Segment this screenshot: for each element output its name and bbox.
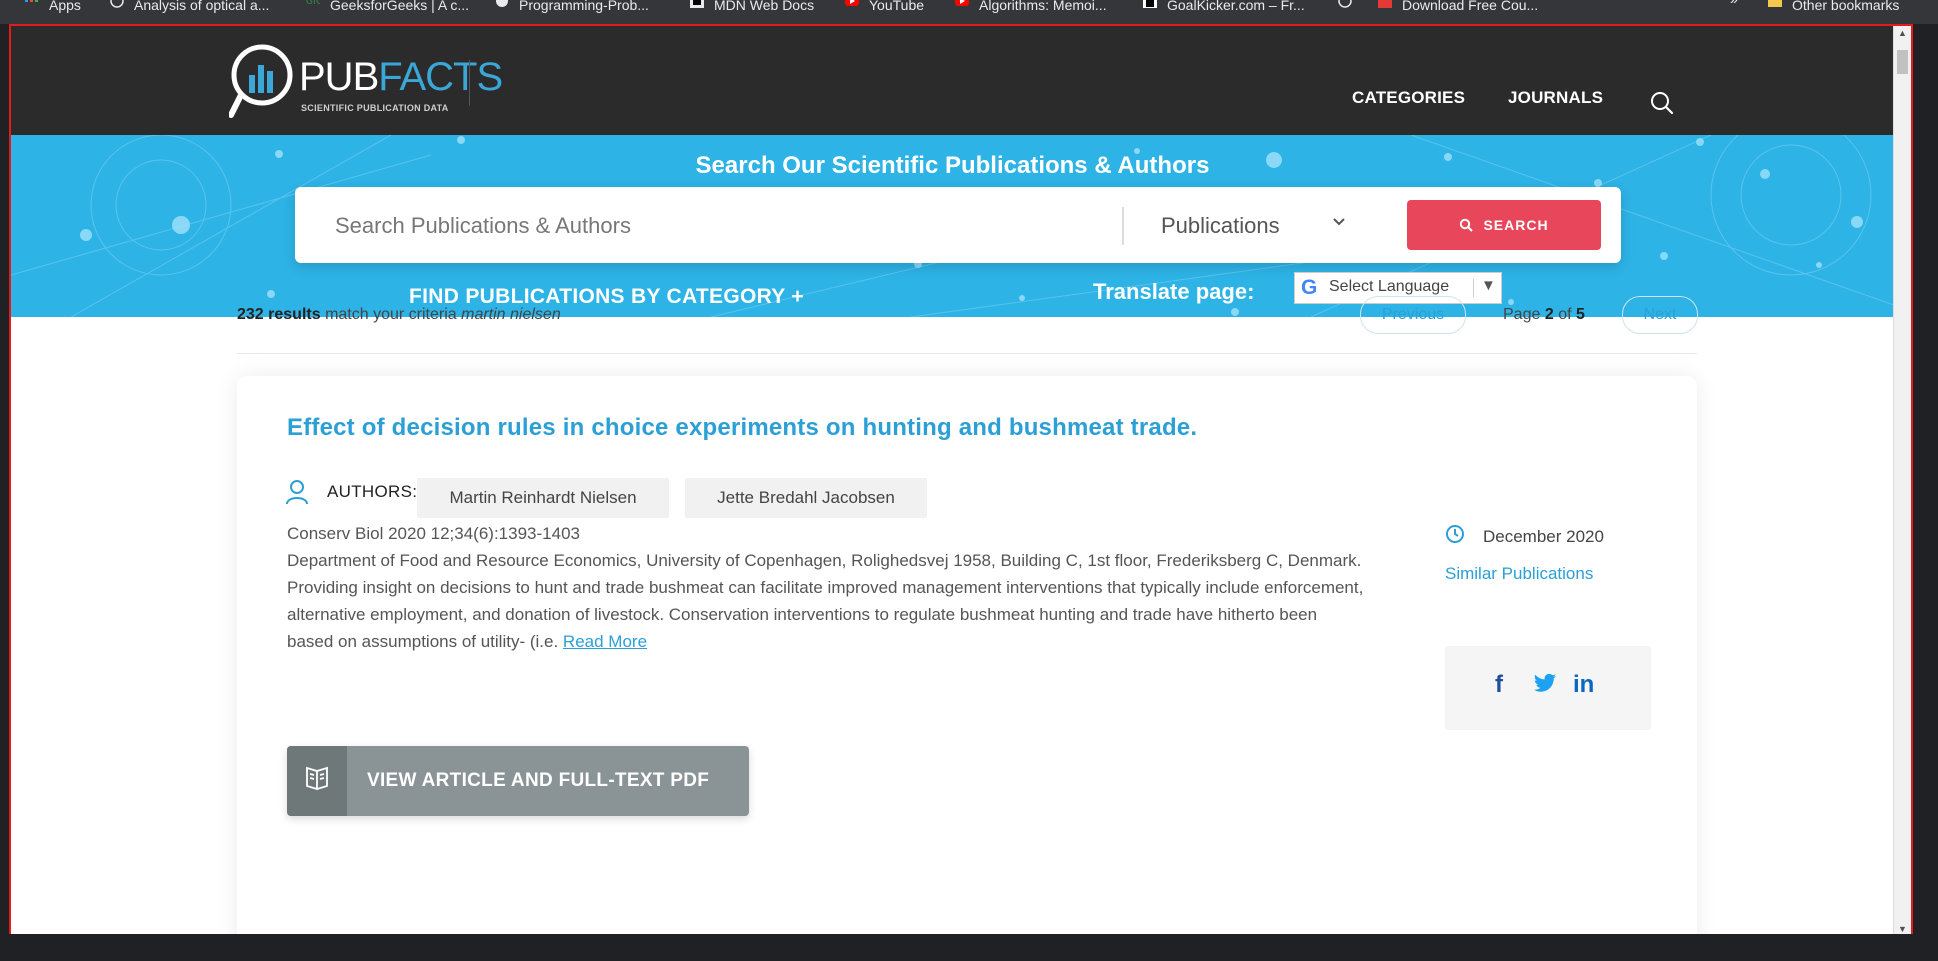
next-page-button[interactable]: Next: [1622, 296, 1698, 334]
authors-label: AUTHORS:: [327, 482, 418, 501]
bookmark-goalkicker[interactable]: GoalKicker.com – Fr...: [1143, 0, 1305, 12]
search-box: Search Publications & Authors Publicatio…: [295, 187, 1621, 263]
bookmark-youtube[interactable]: YouTube: [845, 0, 924, 12]
nav-journals[interactable]: JOURNALS: [1508, 88, 1603, 108]
scroll-up-icon[interactable]: ▲: [1898, 28, 1907, 38]
logo-magnifier-icon: [229, 44, 293, 118]
page-scrollbar[interactable]: ▲ ▼: [1893, 26, 1911, 936]
linkedin-icon[interactable]: in: [1573, 671, 1594, 699]
clock-icon: [1445, 524, 1465, 549]
publication-date: December 2020: [1483, 527, 1604, 546]
globe-icon: [110, 0, 124, 8]
results-summary: 232 results match your criteria martin n…: [237, 306, 561, 323]
article-title[interactable]: Effect of decision rules in choice exper…: [287, 414, 1197, 442]
logo-divider: [469, 60, 470, 106]
article-card: Effect of decision rules in choice exper…: [237, 376, 1697, 936]
folder-icon: [1768, 0, 1782, 8]
nav-categories[interactable]: CATEGORIES: [1352, 88, 1465, 108]
mdn-icon: [690, 0, 704, 8]
bookmark-download-courses[interactable]: Download Free Cou...: [1378, 0, 1538, 12]
user-icon: [285, 479, 309, 510]
twitter-icon[interactable]: [1533, 673, 1557, 695]
view-article-button[interactable]: VIEW ARTICLE AND FULL-TEXT PDF: [287, 746, 749, 816]
page-viewport: PUBFACTS SCIENTIFIC PUBLICATION DATA CAT…: [9, 24, 1913, 938]
header-search-icon[interactable]: [1649, 90, 1675, 121]
bookmark-mdn[interactable]: MDN Web Docs: [690, 0, 814, 12]
fco-icon: [1378, 0, 1392, 8]
youtube-icon: [955, 0, 969, 8]
search-button[interactable]: SEARCH: [1407, 200, 1601, 250]
search-hero: Search Our Scientific Publications & Aut…: [11, 135, 1894, 317]
bookmark-other[interactable]: Other bookmarks: [1768, 0, 1899, 12]
page-indicator: Page 2 of 5: [1503, 306, 1585, 323]
author-chip[interactable]: Jette Bredahl Jacobsen: [685, 478, 927, 518]
similar-publications-link[interactable]: Similar Publications: [1445, 564, 1593, 584]
article-abstract: Providing insight on decisions to hunt a…: [287, 578, 1364, 651]
globe-icon: [1338, 0, 1352, 8]
site-header: PUBFACTS SCIENTIFIC PUBLICATION DATA CAT…: [11, 26, 1894, 135]
google-icon: G: [1301, 276, 1318, 299]
hero-title: Search Our Scientific Publications & Aut…: [695, 152, 1210, 179]
article-affiliation: Department of Food and Resource Economic…: [287, 551, 1362, 570]
bookmark-analysis[interactable]: Analysis of optical a...: [110, 0, 269, 12]
bookmark-algorithms[interactable]: Algorithms: Memoi...: [955, 0, 1107, 12]
geeksforgeeks-icon: GfG: [306, 0, 323, 8]
logo-wordmark: PUBFACTS: [299, 55, 503, 99]
search-divider: [1122, 207, 1124, 245]
window-bottom-edge: [0, 934, 1938, 961]
search-icon: [1460, 218, 1474, 232]
article-body: Conserv Biol 2020 12;34(6):1393-1403 Dep…: [287, 520, 1367, 655]
search-type-select[interactable]: Publications: [1161, 213, 1280, 239]
scroll-down-icon[interactable]: ▼: [1898, 924, 1907, 934]
apps-grid-icon: [25, 0, 39, 8]
chevron-down-icon[interactable]: [1332, 215, 1346, 234]
goalkicker-icon: [1143, 0, 1157, 8]
bookmark-programming[interactable]: Programming-Prob...: [495, 0, 649, 12]
dropdown-arrow-icon: ▼: [1481, 277, 1496, 294]
author-chip[interactable]: Martin Reinhardt Nielsen: [417, 478, 669, 518]
scrollbar-thumb[interactable]: [1897, 50, 1908, 74]
facebook-icon[interactable]: f: [1495, 671, 1503, 699]
youtube-icon: [845, 0, 859, 8]
read-more-link[interactable]: Read More: [563, 632, 647, 651]
pubfacts-logo[interactable]: PUBFACTS SCIENTIFIC PUBLICATION DATA: [229, 43, 503, 123]
svg-text:GfG: GfG: [306, 0, 320, 7]
previous-page-button[interactable]: Previous: [1360, 296, 1466, 334]
article-citation: Conserv Biol 2020 12;34(6):1393-1403: [287, 524, 580, 543]
search-input[interactable]: Search Publications & Authors: [335, 213, 631, 239]
bookmark-apps[interactable]: Apps: [25, 0, 81, 12]
share-box: f in: [1445, 646, 1651, 730]
github-icon: [495, 0, 509, 8]
bookmarks-bar: Apps Analysis of optical a... GfG Geeksfo…: [0, 0, 1938, 24]
book-icon: [287, 746, 347, 816]
divider: [237, 353, 1697, 354]
bookmark-geeksforgeeks[interactable]: GfG GeeksforGeeks | A c...: [306, 0, 469, 12]
bookmarks-overflow[interactable]: »: [1730, 0, 1738, 10]
bookmark-globe[interactable]: [1338, 0, 1362, 10]
logo-tagline: SCIENTIFIC PUBLICATION DATA: [301, 103, 449, 113]
translate-label: Translate page:: [1093, 279, 1255, 304]
